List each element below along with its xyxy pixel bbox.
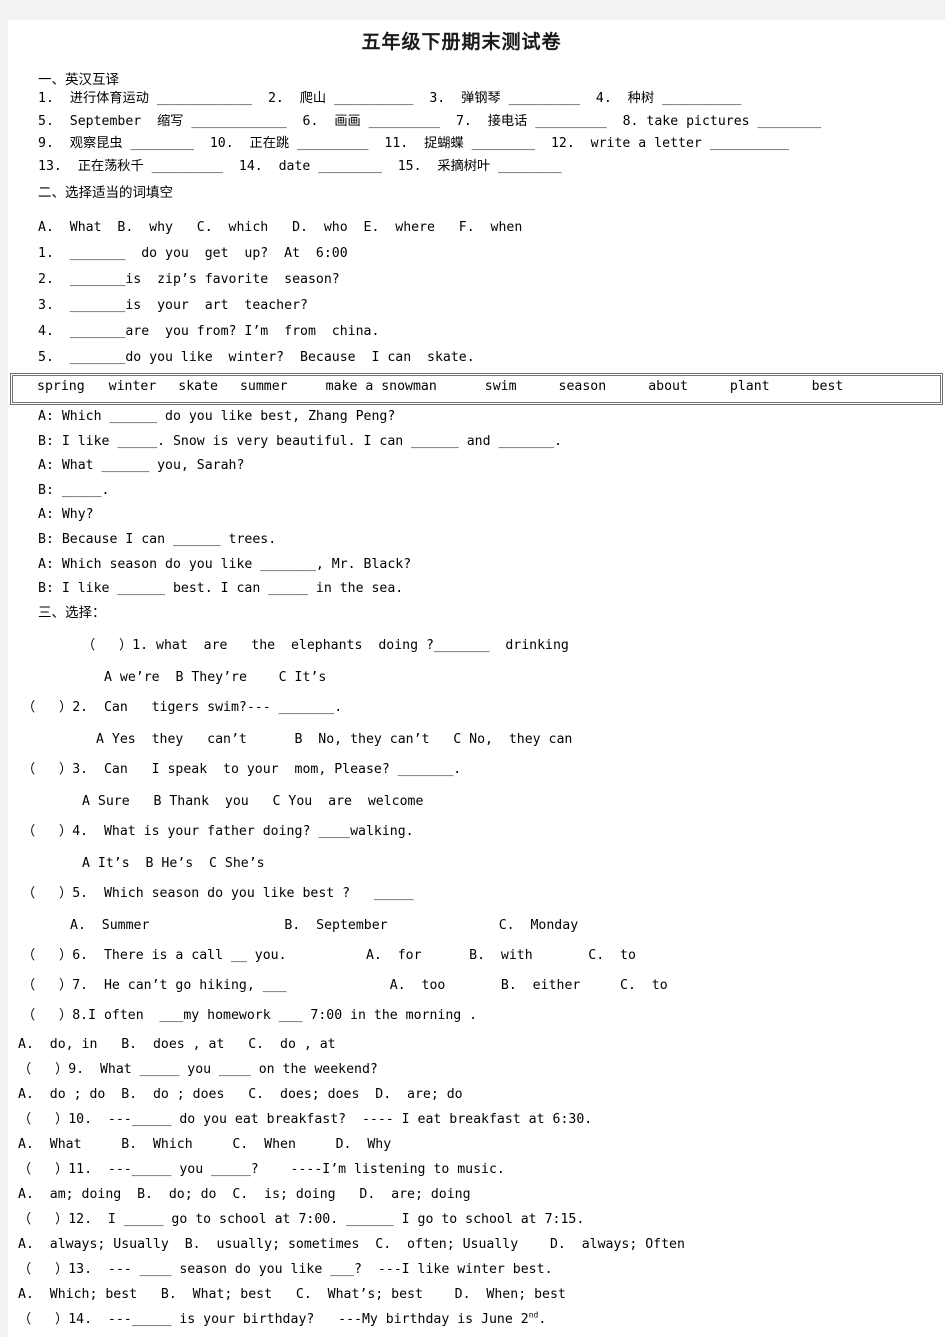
section-three-tight: A. do, in B. does , at C. do , at （ ）9. … — [18, 1032, 945, 1332]
section-two-question: 4. _______are you from? I’m from china. — [38, 324, 380, 339]
page-title: 五年级下册期末测试卷 — [361, 31, 562, 53]
word-bank-item: skate — [178, 379, 218, 394]
mc-answers: A. always; Usually B. usually; sometimes… — [18, 1236, 685, 1252]
section-two-question: 5. _______do you like winter? Because I … — [38, 350, 475, 365]
dialogue-line: B: _____. — [38, 482, 110, 498]
word-bank-item: best — [811, 379, 844, 394]
section-one-heading: 一、英汉互译 — [38, 72, 119, 88]
section-two-heading: 二、选择适当的词填空 — [38, 185, 173, 201]
mc-question: （ ）4. What is your father doing? ____wal… — [22, 823, 414, 839]
section-two: 二、选择适当的词填空 A. What B. why C. which D. wh… — [38, 181, 945, 371]
dialogue-line: A: Which season do you like _______, Mr.… — [38, 556, 412, 572]
word-bank-item: spring — [37, 379, 85, 394]
page-content: 五年级下册期末测试卷 一、英汉互译 1. 进行体育运动 ____________… — [8, 27, 945, 1332]
mc-question-last-prefix: （ ）14. ---_____ is your birthday? ---My … — [18, 1311, 529, 1327]
document-page: 五年级下册期末测试卷 一、英汉互译 1. 进行体育运动 ____________… — [8, 20, 945, 1337]
mc-question: （ ）9. What _____ you ____ on the weekend… — [18, 1061, 378, 1077]
section-one-line: 13. 正在荡秋千 _________ 14. date ________ 15… — [38, 158, 562, 174]
section-two-word-options: A. What B. why C. which D. who E. where … — [38, 220, 523, 235]
mc-question: （ ）6. There is a call __ you. A. for B. … — [22, 947, 636, 963]
mc-question: （ ）5. Which season do you like best ? __… — [22, 885, 414, 901]
mc-answers: A Sure B Thank you C You are welcome — [82, 793, 424, 809]
mc-question: （ ）2. Can tigers swim?--- _______. — [22, 699, 343, 715]
mc-answers: A. do ; do B. do ; does C. does; does D.… — [18, 1086, 463, 1102]
mc-answers: A It’s B He’s C She’s — [82, 855, 265, 871]
section-two-question: 2. _______is zip’s favorite season? — [38, 272, 340, 287]
section-two-question: 1. _______ do you get up? At 6:00 — [38, 246, 348, 261]
mc-answers: A Yes they can’t B No, they can’t C No, … — [96, 731, 573, 747]
word-bank-item: season — [558, 379, 607, 394]
mc-answers: A. am; doing B. do; do C. is; doing D. a… — [18, 1186, 471, 1202]
dialogue-line: A: Why? — [38, 507, 94, 523]
mc-question: （ ）3. Can I speak to your mom, Please? _… — [22, 761, 462, 777]
ordinal-suffix: nd — [528, 1310, 539, 1320]
word-bank-item: winter — [108, 379, 157, 394]
dialogue-line: B: Because I can ______ trees. — [38, 531, 277, 547]
section-two-dialogue: A: Which ______ do you like best, Zhang … — [38, 405, 945, 602]
mc-question: （ ）10. ---_____ do you eat breakfast? --… — [18, 1111, 593, 1127]
mc-answers: A. Summer B. September C. Monday — [70, 917, 579, 933]
section-one-line: 1. 进行体育运动 ____________ 2. 爬山 __________ … — [38, 91, 742, 106]
section-one: 一、英汉互译 1. 进行体育运动 ____________ 2. 爬山 ____… — [38, 68, 945, 178]
mc-answers: A. What B. Which C. When D. Why — [18, 1136, 392, 1152]
mc-question: （ ）7. He can’t go hiking, ___ A. too B. … — [22, 977, 668, 993]
mc-answers: A. Which; best B. What; best C. What’s; … — [18, 1286, 566, 1302]
mc-question: （ ）12. I _____ go to school at 7:00. ___… — [18, 1211, 585, 1227]
section-three-heading: 三、选择： — [38, 604, 106, 621]
mc-answers: A. do, in B. does , at C. do , at — [18, 1036, 336, 1052]
section-one-line: 9. 观察昆虫 ________ 10. 正在跳 _________ 11. 捉… — [38, 136, 790, 151]
word-bank-box: spring winter skate summer make a snowma… — [10, 373, 943, 405]
dialogue-line: B: I like _____. Snow is very beautiful.… — [38, 433, 563, 449]
mc-question-last-suffix: . — [538, 1311, 547, 1327]
section-one-line: 5. September 缩写 ____________ 6. 画画 _____… — [38, 113, 822, 129]
word-bank-item: plant — [729, 379, 770, 394]
section-two-question: 3. _______is your art teacher? — [38, 298, 308, 313]
word-bank-row: spring winter skate summer make a snowma… — [13, 379, 940, 394]
mc-question: （ ）13. --- ____ season do you like ___? … — [18, 1261, 553, 1277]
word-bank-item: summer — [239, 379, 288, 394]
word-bank-item: make a snowman — [325, 379, 437, 394]
dialogue-line: B: I like ______ best. I can _____ in th… — [38, 581, 404, 597]
dialogue-line: A: What ______ you, Sarah? — [38, 458, 245, 474]
mc-question: （ ）1. what are the elephants doing ?____… — [82, 637, 569, 653]
dialogue-line: A: Which ______ do you like best, Zhang … — [38, 409, 396, 424]
section-three: （ ）1. what are the elephants doing ?____… — [22, 634, 945, 1028]
mc-question-last: （ ）14. ---_____ is your birthday? ---My … — [18, 1307, 945, 1332]
word-bank-item: swim — [484, 379, 517, 394]
word-bank-item: about — [648, 379, 688, 394]
mc-answers: A we’re B They’re C It’s — [104, 669, 327, 685]
mc-question: （ ）11. ---_____ you _____? ----I’m liste… — [18, 1161, 505, 1177]
mc-question: （ ）8.I often ___my homework ___ 7:00 in … — [22, 1007, 478, 1023]
